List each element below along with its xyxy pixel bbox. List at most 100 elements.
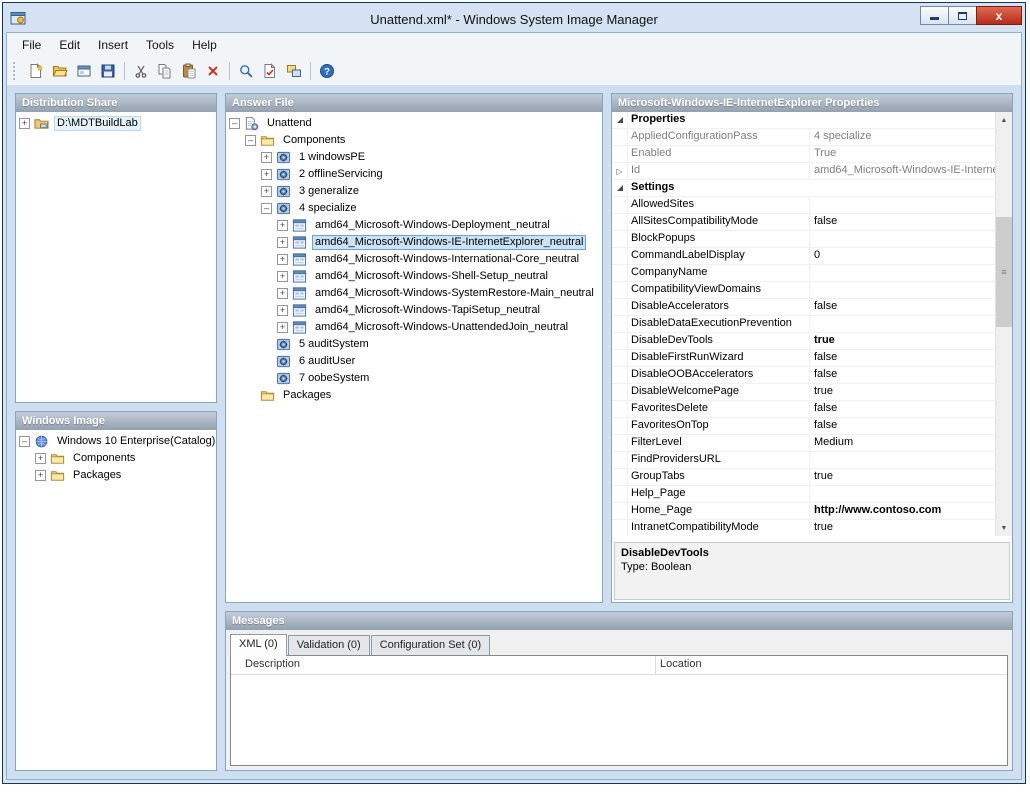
menu-help[interactable]: Help [183, 35, 226, 55]
menu-insert[interactable]: Insert [89, 35, 137, 55]
tree-item-1-windowspe[interactable]: +1 windowsPE [226, 149, 602, 166]
property-value[interactable] [810, 197, 995, 213]
menu-file[interactable]: File [13, 35, 50, 55]
property-row-compatibilityviewdomains[interactable]: CompatibilityViewDomains [612, 282, 995, 299]
tree-item-packages[interactable]: +Packages [16, 467, 216, 484]
property-row-disabledataexecutionprevention[interactable]: DisableDataExecutionPrevention [612, 316, 995, 333]
tree-expander-icon[interactable]: – [19, 436, 30, 447]
tree-item-4-specialize[interactable]: –4 specialize [226, 200, 602, 217]
category-expander-icon[interactable] [612, 112, 628, 128]
row-expander-icon[interactable]: ▷ [612, 163, 628, 179]
tree-expander-icon[interactable]: + [277, 237, 288, 248]
property-value[interactable]: true [810, 333, 995, 349]
tree-expander-icon[interactable]: + [277, 305, 288, 316]
scroll-up-icon[interactable]: ▲ [996, 112, 1012, 128]
property-row-commandlabeldisplay[interactable]: CommandLabelDisplay0 [612, 248, 995, 265]
copy-button[interactable] [153, 59, 176, 82]
property-row-allowedsites[interactable]: AllowedSites [612, 197, 995, 214]
tree-expander-icon[interactable]: + [277, 322, 288, 333]
property-value[interactable] [810, 316, 995, 332]
open-answer-file-button[interactable] [48, 59, 71, 82]
property-row-settings[interactable]: Settings [612, 180, 995, 197]
property-row-id[interactable]: ▷Idamd64_Microsoft-Windows-IE-InternetEx [612, 163, 995, 180]
paste-button[interactable] [177, 59, 200, 82]
property-value[interactable]: true [810, 384, 995, 400]
property-value[interactable] [810, 452, 995, 468]
validate-answer-file-button[interactable] [258, 59, 281, 82]
property-value[interactable]: false [810, 401, 995, 417]
save-answer-file-button[interactable] [96, 59, 119, 82]
delete-button[interactable] [201, 59, 224, 82]
property-row-disableaccelerators[interactable]: DisableAcceleratorsfalse [612, 299, 995, 316]
tree-expander-icon[interactable]: + [261, 169, 272, 180]
tree-item-3-generalize[interactable]: +3 generalize [226, 183, 602, 200]
property-value[interactable] [810, 282, 995, 298]
property-row-blockpopups[interactable]: BlockPopups [612, 231, 995, 248]
tree-item-packages[interactable]: Packages [226, 387, 602, 404]
property-value[interactable]: Medium [810, 435, 995, 451]
tree-expander-icon[interactable]: – [245, 135, 256, 146]
property-value[interactable]: false [810, 418, 995, 434]
create-configuration-set-button[interactable] [282, 59, 305, 82]
property-row-disabledevtools[interactable]: DisableDevToolstrue [612, 333, 995, 350]
property-row-grouptabs[interactable]: GroupTabstrue [612, 469, 995, 486]
property-row-allsitescompatibilitymode[interactable]: AllSitesCompatibilityModefalse [612, 214, 995, 231]
menu-edit[interactable]: Edit [50, 35, 89, 55]
property-value[interactable]: false [810, 367, 995, 383]
tree-expander-icon[interactable]: + [261, 186, 272, 197]
scrollbar-thumb[interactable]: ≡ [996, 217, 1012, 327]
property-row-appliedconfigurationpass[interactable]: AppliedConfigurationPass4 specialize [612, 129, 995, 146]
tree-expander-icon[interactable]: + [277, 254, 288, 265]
property-row-favoritesontop[interactable]: FavoritesOnTopfalse [612, 418, 995, 435]
tree-item-amd64-microsoft-windows-shell-setup-neutral[interactable]: +amd64_Microsoft-Windows-Shell-Setup_neu… [226, 268, 602, 285]
tree-item-7-oobesystem[interactable]: 7 oobeSystem [226, 370, 602, 387]
property-value[interactable] [810, 231, 995, 247]
property-row-properties[interactable]: Properties [612, 112, 995, 129]
property-row-disableoobaccelerators[interactable]: DisableOOBAcceleratorsfalse [612, 367, 995, 384]
tree-expander-icon[interactable]: + [277, 220, 288, 231]
property-row-disablefirstrunwizard[interactable]: DisableFirstRunWizardfalse [612, 350, 995, 367]
property-value[interactable] [810, 486, 995, 502]
tree-item-6-audituser[interactable]: 6 auditUser [226, 353, 602, 370]
tree-expander-icon[interactable]: + [261, 152, 272, 163]
property-value[interactable]: false [810, 214, 995, 230]
find-button[interactable] [234, 59, 257, 82]
property-value[interactable]: true [810, 469, 995, 485]
menu-tools[interactable]: Tools [137, 35, 183, 55]
maximize-button[interactable] [948, 6, 977, 25]
property-value[interactable]: false [810, 350, 995, 366]
tab-xml-0[interactable]: XML (0) [230, 634, 287, 656]
minimize-button[interactable] [920, 6, 949, 25]
property-row-disablewelcomepage[interactable]: DisableWelcomePagetrue [612, 384, 995, 401]
property-value[interactable]: true [810, 520, 995, 536]
tree-item-amd64-microsoft-windows-international-core-neutr[interactable]: +amd64_Microsoft-Windows-International-C… [226, 251, 602, 268]
category-expander-icon[interactable] [612, 180, 628, 196]
property-row-enabled[interactable]: EnabledTrue [612, 146, 995, 163]
tree-item-amd64-microsoft-windows-ie-internetexplorer-neut[interactable]: +amd64_Microsoft-Windows-IE-InternetExpl… [226, 234, 602, 251]
tab-validation-0[interactable]: Validation (0) [288, 635, 370, 655]
tree-item-2-offlineservicing[interactable]: +2 offlineServicing [226, 166, 602, 183]
tree-expander-icon[interactable]: + [35, 470, 46, 481]
help-button[interactable]: ? [315, 59, 338, 82]
tree-expander-icon[interactable]: + [35, 453, 46, 464]
tree-expander-icon[interactable]: + [277, 288, 288, 299]
tree-item-5-auditsystem[interactable]: 5 auditSystem [226, 336, 602, 353]
property-value[interactable]: http://www.contoso.com [810, 503, 995, 519]
property-value[interactable]: false [810, 299, 995, 315]
tree-expander-icon[interactable]: + [277, 271, 288, 282]
property-row-help-page[interactable]: Help_Page [612, 486, 995, 503]
property-value[interactable]: 4 specialize [810, 129, 995, 145]
cut-button[interactable] [129, 59, 152, 82]
tree-item-amd64-microsoft-windows-deployment-neutral[interactable]: +amd64_Microsoft-Windows-Deployment_neut… [226, 217, 602, 234]
property-row-findprovidersurl[interactable]: FindProvidersURL [612, 452, 995, 469]
close-button[interactable]: x [976, 6, 1022, 25]
column-description[interactable]: Description [231, 656, 656, 674]
tree-item-d-mdtbuildlab[interactable]: +D:\MDTBuildLab [16, 115, 216, 132]
property-row-intranetcompatibilitymode[interactable]: IntranetCompatibilityModetrue [612, 520, 995, 536]
property-row-filterlevel[interactable]: FilterLevelMedium [612, 435, 995, 452]
tree-item-components[interactable]: +Components [16, 450, 216, 467]
tab-configuration-set-0[interactable]: Configuration Set (0) [371, 635, 491, 655]
property-row-companyname[interactable]: CompanyName [612, 265, 995, 282]
tree-item-amd64-microsoft-windows-tapisetup-neutral[interactable]: +amd64_Microsoft-Windows-TapiSetup_neutr… [226, 302, 602, 319]
tree-item-components[interactable]: –Components [226, 132, 602, 149]
